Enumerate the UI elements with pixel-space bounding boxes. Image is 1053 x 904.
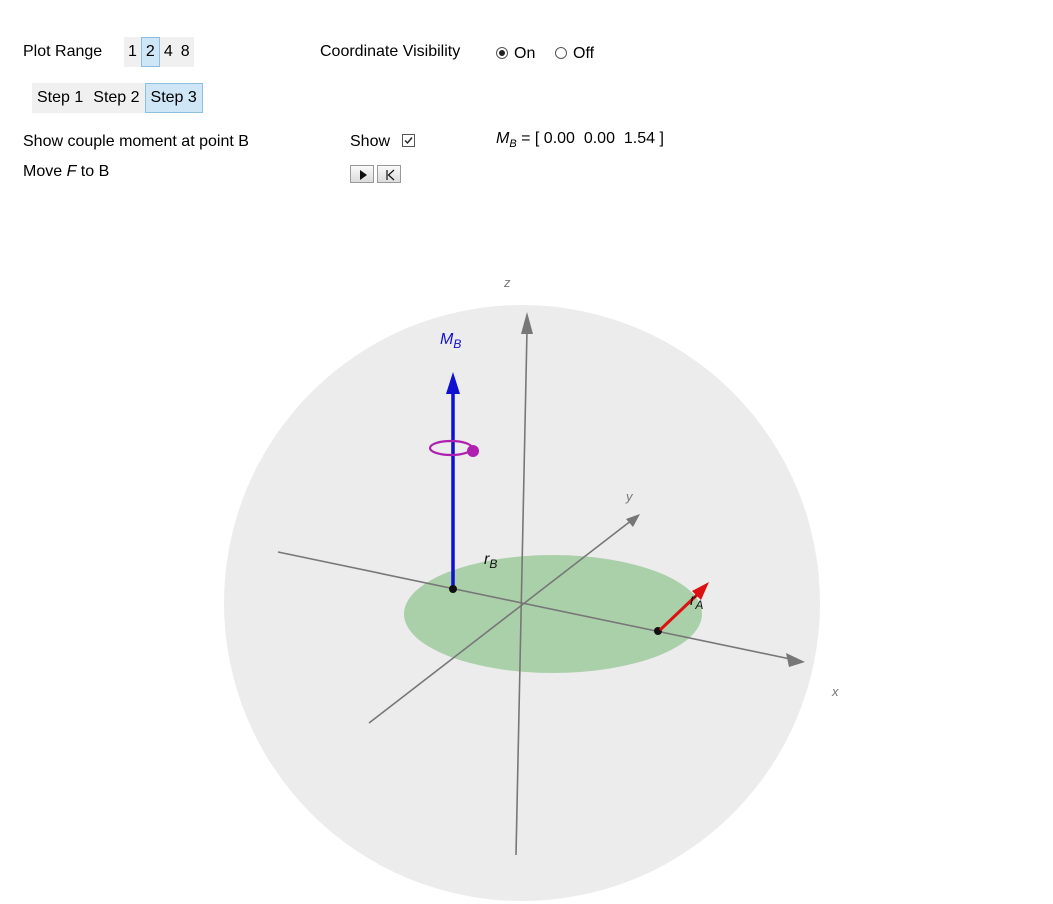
x-axis-label: x bbox=[831, 684, 839, 699]
ra-label-subscript: A bbox=[694, 598, 703, 612]
moment-label-symbol: M bbox=[440, 331, 454, 348]
green-disk bbox=[404, 555, 702, 673]
moment-label-subscript: B bbox=[453, 337, 461, 351]
z-axis-label: z bbox=[503, 275, 511, 290]
app-root: Plot Range 1 2 4 8 Coordinate Visibility… bbox=[0, 0, 1053, 904]
point-b bbox=[449, 585, 457, 593]
rb-label-subscript: B bbox=[489, 557, 497, 571]
3d-scene[interactable]: x y z MB rB rA bbox=[0, 0, 1053, 904]
rotation-indicator-dot bbox=[467, 445, 479, 457]
